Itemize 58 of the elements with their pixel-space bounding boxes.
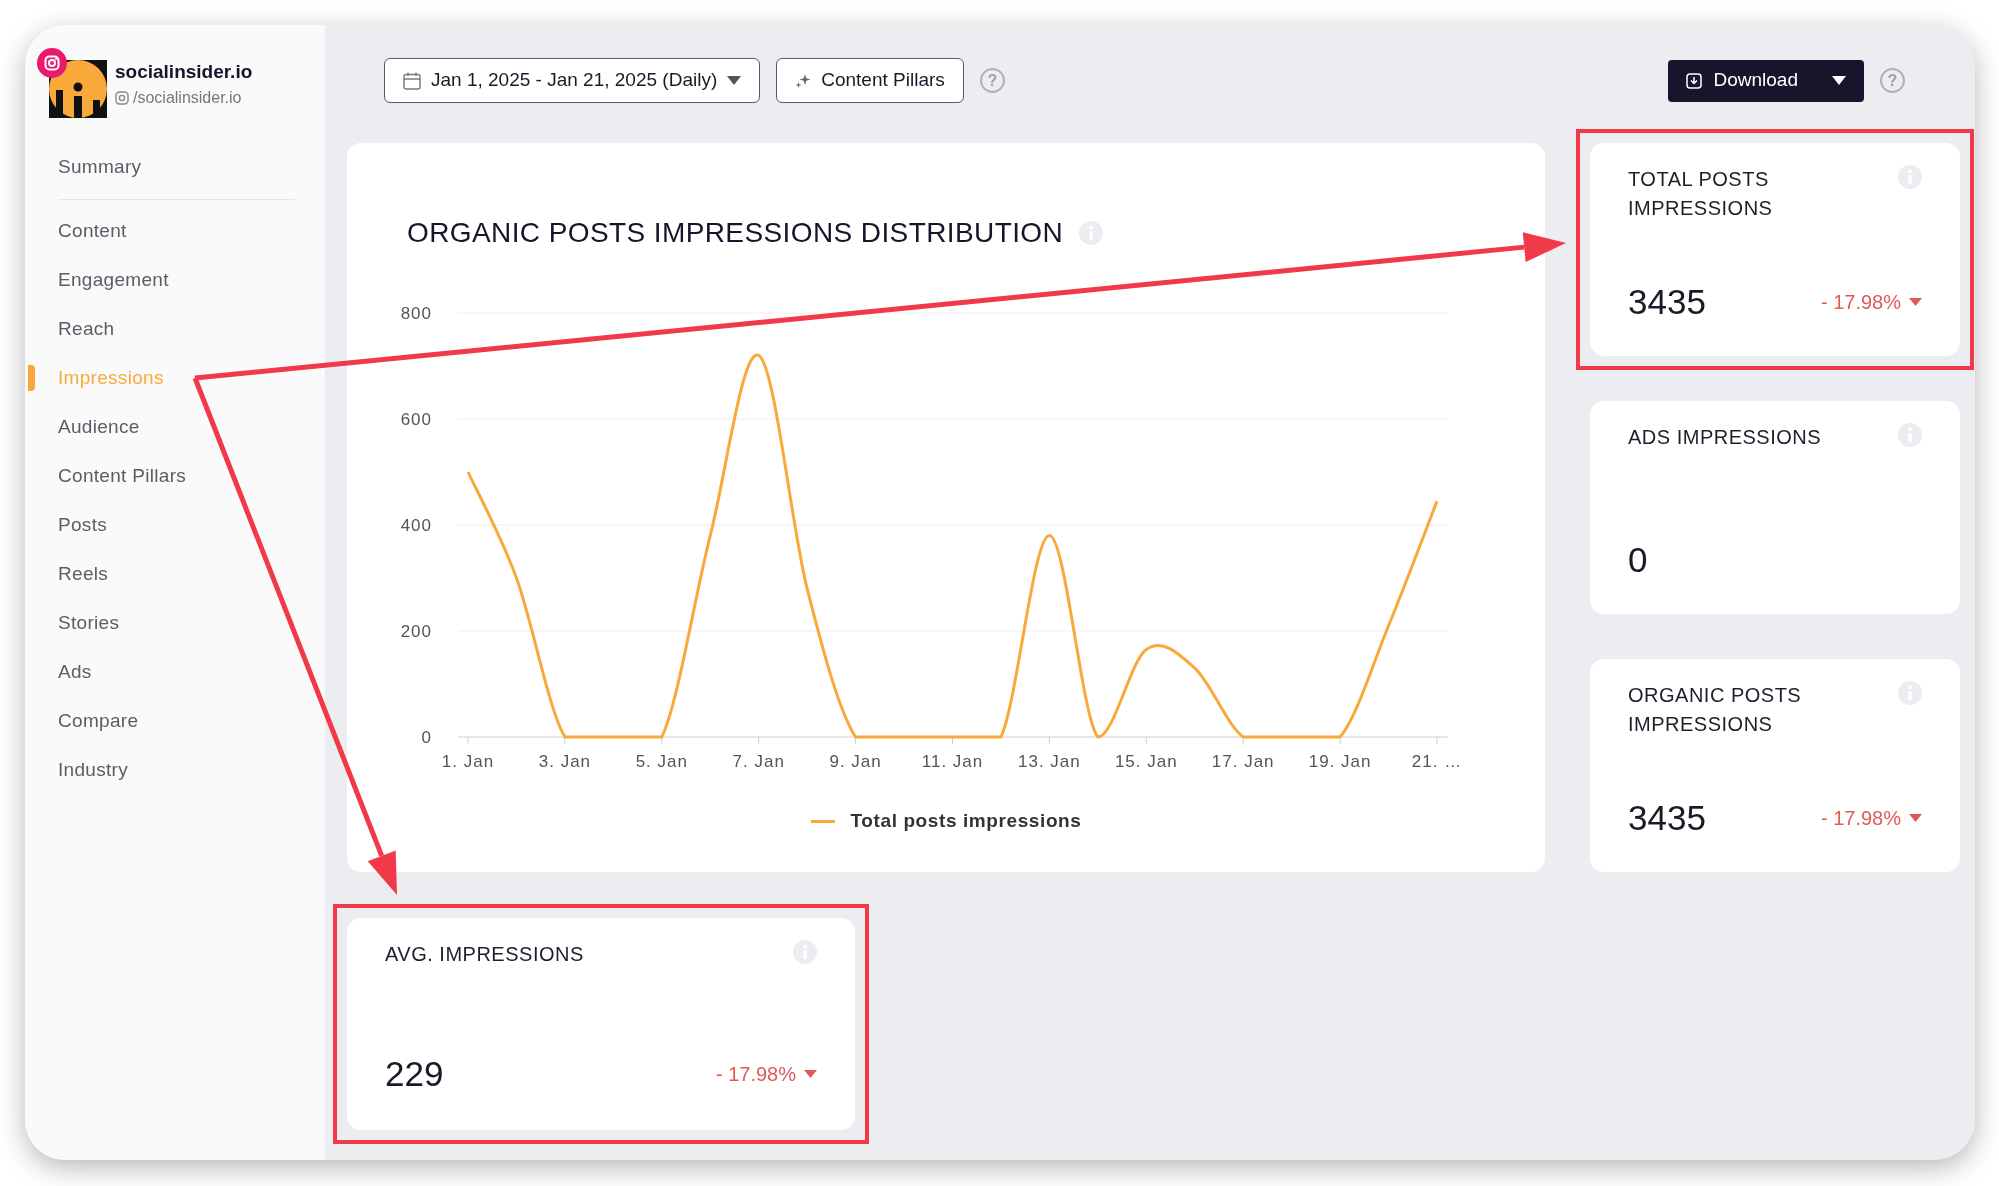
sidebar-item[interactable]: Industry — [25, 745, 325, 794]
change-value: - 17.98% — [1820, 289, 1901, 315]
x-axis-label: 17. Jan — [1211, 752, 1275, 771]
download-icon — [1685, 72, 1702, 89]
x-axis-label: 19. Jan — [1308, 752, 1372, 771]
card-title: ORGANIC POSTS IMPRESSIONS — [1628, 683, 1803, 737]
trend-down-icon — [1909, 297, 1922, 306]
metric-value: 3435 — [1628, 280, 1706, 323]
calendar-icon — [403, 71, 421, 90]
sidebar-item[interactable]: Posts — [25, 500, 325, 549]
change-value: - 17.98% — [1820, 805, 1901, 831]
sidebar-item[interactable]: Ads — [25, 647, 325, 696]
metric-value: 3435 — [1628, 796, 1706, 839]
caret-down-icon — [1832, 76, 1846, 85]
y-axis-label: 800 — [400, 304, 432, 323]
sidebar-item[interactable]: Reels — [25, 549, 325, 598]
x-axis-label: 21. … — [1411, 752, 1463, 771]
y-axis-label: 0 — [421, 728, 432, 747]
sidebar-item[interactable]: Compare — [25, 696, 325, 745]
legend-swatch — [810, 819, 835, 823]
trend-down-icon — [1909, 813, 1922, 822]
sidebar-item[interactable]: Summary — [25, 142, 325, 191]
card-title: ADS IMPRESSIONS — [1628, 425, 1822, 450]
profile-name: socialinsider.io — [115, 59, 253, 84]
card-title: AVG. IMPRESSIONS — [385, 942, 584, 967]
y-axis-label: 400 — [400, 516, 432, 535]
chart-title: ORGANIC POSTS IMPRESSIONS DISTRIBUTION — [407, 216, 1064, 250]
selection-indicator — [28, 365, 35, 391]
x-axis-label: 3. Jan — [538, 752, 592, 771]
camera-icon — [115, 91, 129, 106]
y-axis-label: 600 — [400, 410, 432, 429]
sidebar-item[interactable]: Audience — [25, 402, 325, 451]
card-title: TOTAL POSTS IMPRESSIONS — [1628, 167, 1774, 221]
sidebar-item[interactable]: Content Pillars — [25, 451, 325, 500]
sidebar-item[interactable]: Stories — [25, 598, 325, 647]
metric-value: 229 — [385, 1052, 444, 1095]
x-axis-label: 15. Jan — [1114, 752, 1178, 771]
logo-icon — [49, 60, 107, 118]
camera-badge-icon — [37, 48, 67, 78]
sidebar-item[interactable]: Engagement — [25, 255, 325, 304]
x-axis-label: 7. Jan — [732, 752, 785, 771]
legend-label[interactable]: Total posts impressions — [850, 807, 1082, 836]
content-pillars-button[interactable]: Content Pillars — [776, 58, 964, 103]
y-axis-label: 200 — [400, 622, 432, 641]
x-axis-label: 1. Jan — [441, 752, 495, 771]
date-range-dropdown[interactable]: Jan 1, 2025 - Jan 21, 2025 (Daily) — [384, 58, 761, 103]
download-button[interactable]: Download — [1667, 59, 1864, 102]
x-axis-label: 9. Jan — [829, 752, 882, 771]
profile-handle: /socialinsider.io — [133, 88, 242, 109]
x-axis-label: 11. Jan — [921, 752, 984, 771]
change-value: - 17.98% — [715, 1061, 796, 1087]
trend-down-icon — [804, 1069, 817, 1078]
sidebar-item[interactable]: Reach — [25, 304, 325, 353]
metric-value: 0 — [1628, 538, 1648, 581]
x-axis-label: 5. Jan — [635, 752, 688, 771]
x-axis-label: 13. Jan — [1018, 752, 1081, 771]
sidebar-item[interactable]: Content — [25, 206, 325, 255]
caret-down-icon — [727, 76, 742, 85]
